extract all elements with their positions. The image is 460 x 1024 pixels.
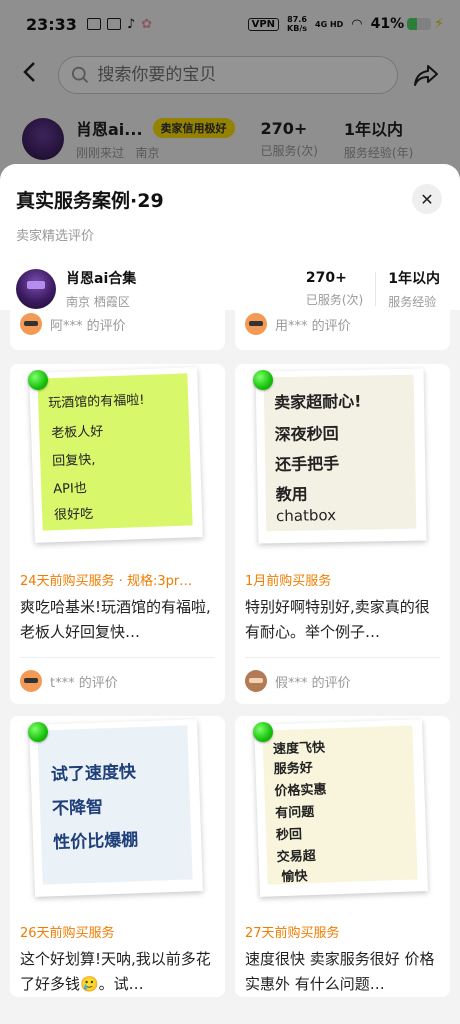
review-card[interactable]: 用*** 的评价 (235, 310, 450, 350)
sticky-note: 玩酒馆的有福啦! 老板人好 回复快, API也 很好吃 (37, 373, 193, 531)
review-photo[interactable]: 速度飞快 服务好 价格实惠 有问题 秒回 交易超 愉快 (235, 716, 450, 916)
seller-location: 南京 栖霞区 (66, 295, 130, 309)
review-card[interactable]: 卖家超耐心! 深夜秒回 还手把手 教用 chatbox 1月前购买服务 特别好啊… (235, 364, 450, 704)
purchase-meta: 24天前购买服务 · 规格:3pr… (20, 574, 193, 589)
experience-stat: 1年以内 服务经验 (388, 271, 440, 309)
pin-icon (253, 370, 273, 390)
sticky-note: 速度飞快 服务好 价格实惠 有问题 秒回 交易超 愉快 (262, 725, 418, 885)
served-stat: 270+ 已服务(次) (305, 270, 364, 307)
sticky-note: 卖家超耐心! 深夜秒回 还手把手 教用 chatbox (263, 374, 417, 532)
service-cases-sheet: 真实服务案例·29 卖家精选评价 ✕ 肖恩ai合集 南京 栖霞区 270+ 已服… (0, 164, 460, 1024)
review-card[interactable]: 玩酒馆的有福啦! 老板人好 回复快, API也 很好吃 24天前购买服务 · 规… (10, 364, 225, 704)
review-text: 速度很快 卖家服务很好 价格实惠外 有什么问题… (245, 950, 435, 993)
pin-icon (28, 722, 48, 742)
sheet-subtitle: 卖家精选评价 (16, 229, 95, 244)
reviewer-row: 用*** 的评价 (235, 310, 450, 338)
reviewer-row: t*** 的评价 (10, 658, 225, 704)
reviewer-avatar (20, 313, 42, 335)
review-text: 特别好啊特别好,卖家真的很有耐心。举个例子… (245, 598, 430, 641)
reviewer-avatar (245, 670, 267, 692)
sticky-note: 试了速度快 不降智 性价比爆棚 (37, 725, 193, 885)
purchase-meta: 27天前购买服务 (245, 926, 340, 941)
reviewer-row: 假*** 的评价 (235, 658, 450, 704)
review-cards-list[interactable]: 阿*** 的评价 用*** 的评价 玩酒馆的有福啦! 老板人好 回复快, API… (0, 310, 460, 1024)
review-photo[interactable]: 试了速度快 不降智 性价比爆棚 (10, 716, 225, 916)
close-icon[interactable]: ✕ (412, 184, 442, 214)
review-card[interactable]: 速度飞快 服务好 价格实惠 有问题 秒回 交易超 愉快 27天前购买服务 速度很… (235, 716, 450, 997)
review-card[interactable]: 阿*** 的评价 (10, 310, 225, 350)
seller-name: 肖恩ai合集 (66, 271, 137, 287)
reviewer-avatar (20, 670, 42, 692)
purchase-meta: 26天前购买服务 (20, 926, 115, 941)
pin-icon (253, 722, 273, 742)
review-text: 爽吃哈基米!玩酒馆的有福啦,老板人好回复快… (20, 598, 211, 641)
seller-row[interactable]: 肖恩ai合集 南京 栖霞区 270+ 已服务(次) 1年以内 服务经验 (0, 244, 460, 310)
reviewer-avatar (245, 313, 267, 335)
review-photo[interactable]: 玩酒馆的有福啦! 老板人好 回复快, API也 很好吃 (10, 364, 225, 564)
review-text: 这个好划算!天呐,我以前多花了好多钱🥲。试… (20, 950, 211, 993)
purchase-meta: 1月前购买服务 (245, 574, 332, 589)
seller-avatar (16, 269, 56, 309)
sheet-title: 真实服务案例·29 (16, 190, 164, 212)
reviewer-row: 阿*** 的评价 (10, 310, 225, 338)
review-photo[interactable]: 卖家超耐心! 深夜秒回 还手把手 教用 chatbox (235, 364, 450, 564)
review-card[interactable]: 试了速度快 不降智 性价比爆棚 26天前购买服务 这个好划算!天呐,我以前多花了… (10, 716, 225, 997)
pin-icon (28, 370, 48, 390)
